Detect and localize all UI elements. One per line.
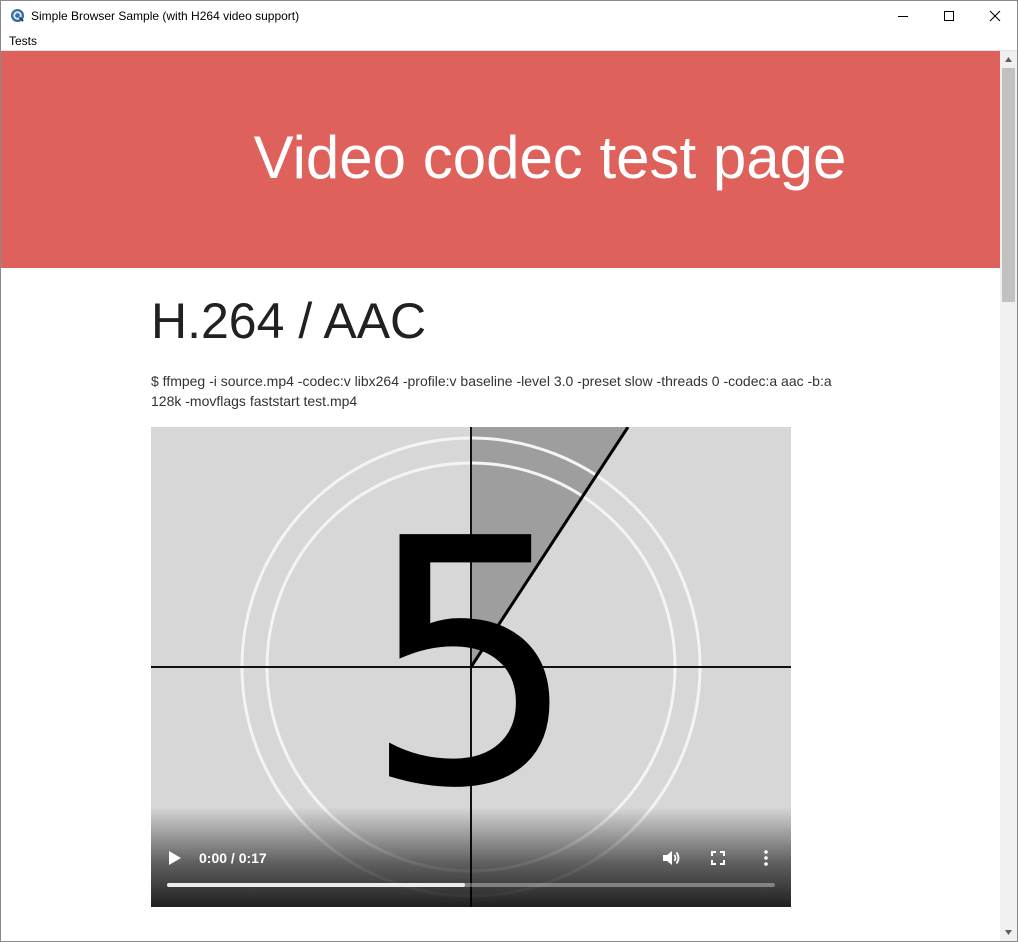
close-button[interactable] (972, 1, 1017, 31)
time-display: 0:00 / 0:17 (199, 850, 267, 866)
vertical-scrollbar[interactable] (1000, 51, 1017, 941)
more-vertical-icon[interactable] (762, 849, 770, 867)
browser-globe-icon (10, 8, 25, 23)
hero-banner: Video codec test page (1, 51, 1000, 268)
scroll-up-arrow-icon[interactable] (1000, 51, 1017, 68)
video-progress-bar[interactable] (167, 883, 775, 887)
play-icon[interactable] (167, 849, 183, 867)
menu-item-tests[interactable]: Tests (9, 34, 37, 48)
scroll-thumb[interactable] (1002, 68, 1015, 302)
close-icon (989, 10, 1001, 22)
volume-icon[interactable] (661, 848, 681, 868)
minimize-icon (898, 16, 908, 17)
maximize-button[interactable] (926, 1, 972, 31)
maximize-icon (944, 11, 954, 21)
title-bar[interactable]: Simple Browser Sample (with H264 video s… (1, 1, 1017, 31)
minimize-button[interactable] (880, 1, 926, 31)
window-title: Simple Browser Sample (with H264 video s… (31, 9, 300, 23)
web-viewport[interactable]: Video codec test page H.264 / AAC $ ffmp… (1, 51, 1000, 941)
video-player[interactable]: 5 0:00 / 0:17 (151, 427, 791, 907)
section-heading: H.264 / AAC (151, 293, 427, 349)
browser-window: Simple Browser Sample (with H264 video s… (0, 0, 1018, 942)
page-title: Video codec test page (253, 124, 847, 191)
countdown-number: 5 (363, 467, 579, 863)
scroll-down-arrow-icon[interactable] (1000, 924, 1017, 941)
video-progress-fill (167, 883, 465, 887)
menu-bar: Tests (1, 31, 1017, 51)
fullscreen-icon[interactable] (710, 850, 726, 866)
ffmpeg-command-text: $ ffmpeg -i source.mp4 -codec:v libx264 … (151, 373, 832, 409)
